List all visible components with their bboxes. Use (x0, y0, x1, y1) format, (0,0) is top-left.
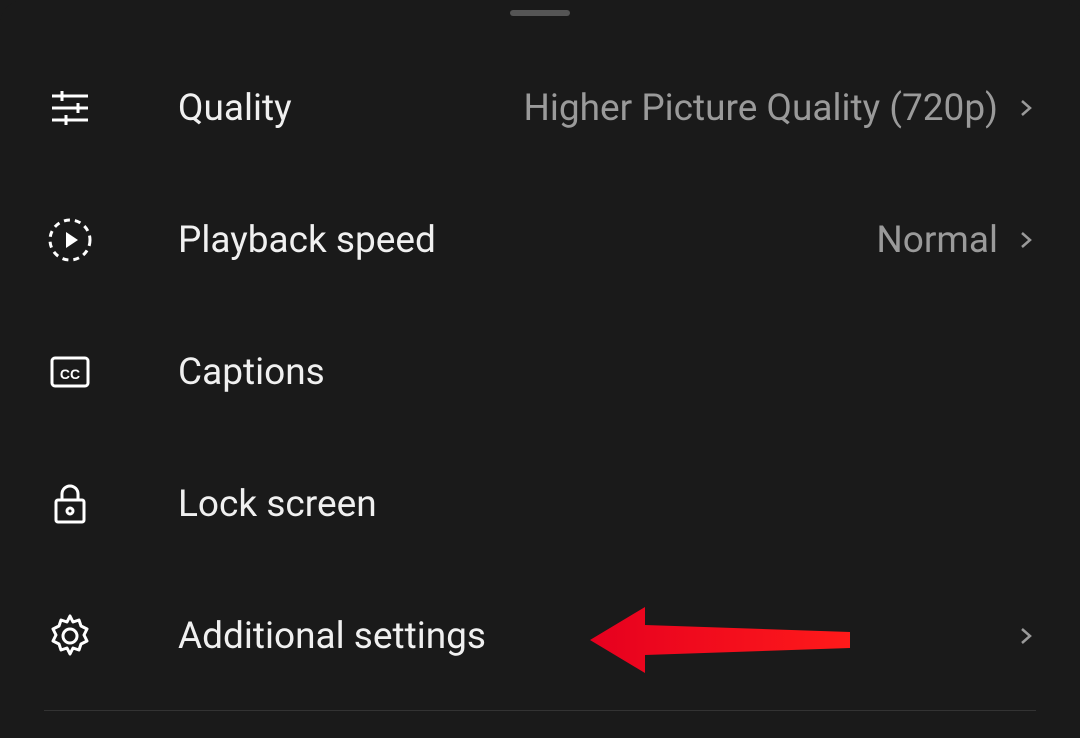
menu-item-value: Higher Picture Quality (720p) (523, 87, 998, 130)
menu-item-playback-speed[interactable]: Playback speed Normal (0, 174, 1080, 306)
menu-item-label: Playback speed (178, 219, 876, 262)
menu-item-label: Lock screen (178, 483, 1036, 526)
chevron-right-icon (1016, 230, 1036, 250)
bottom-sheet: Quality Higher Picture Quality (720p) Pl… (0, 0, 1080, 738)
settings-menu: Quality Higher Picture Quality (720p) Pl… (0, 0, 1080, 711)
playback-speed-icon (44, 214, 96, 266)
divider (44, 710, 1036, 711)
menu-item-captions[interactable]: CC Captions (0, 306, 1080, 438)
svg-text:CC: CC (60, 366, 80, 382)
drag-handle[interactable] (510, 10, 570, 16)
menu-item-value: Normal (876, 219, 998, 262)
menu-item-label: Captions (178, 351, 1036, 394)
menu-item-label: Quality (178, 87, 523, 130)
menu-item-label: Additional settings (178, 615, 1016, 658)
menu-item-lock-screen[interactable]: Lock screen (0, 438, 1080, 570)
chevron-right-icon (1016, 98, 1036, 118)
lock-icon (44, 478, 96, 530)
sliders-icon (44, 82, 96, 134)
captions-icon: CC (44, 346, 96, 398)
gear-icon (44, 610, 96, 662)
chevron-right-icon (1016, 626, 1036, 646)
menu-item-quality[interactable]: Quality Higher Picture Quality (720p) (0, 42, 1080, 174)
menu-item-additional-settings[interactable]: Additional settings (0, 570, 1080, 702)
